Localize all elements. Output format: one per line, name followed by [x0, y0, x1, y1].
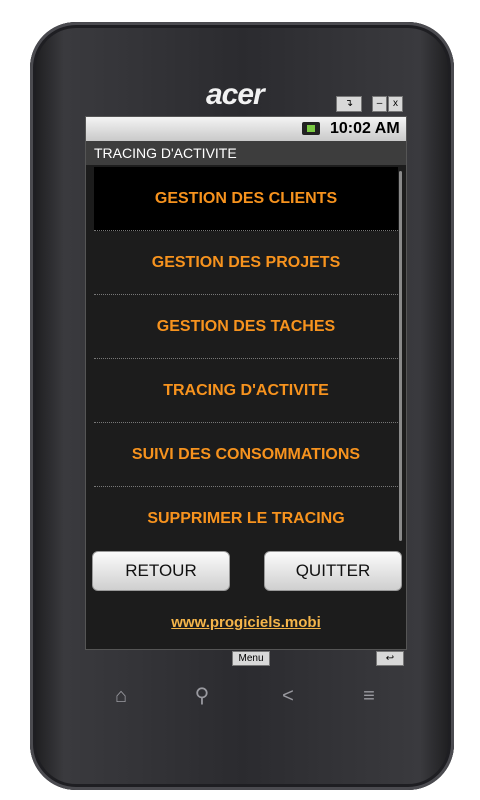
menu-key-label[interactable]: Menu: [232, 651, 270, 666]
quitter-button[interactable]: QUITTER: [264, 551, 402, 591]
minimize-button[interactable]: –: [372, 96, 387, 112]
menu-item-gestion-projets[interactable]: GESTION DES PROJETS: [94, 231, 398, 295]
status-time: 10:02 AM: [330, 120, 400, 137]
scrollbar[interactable]: [399, 171, 402, 541]
back-key-label[interactable]: ↩: [376, 651, 404, 666]
rotate-button[interactable]: ↴: [336, 96, 362, 112]
menu-item-supprimer-tracing[interactable]: SUPPRIMER LE TRACING: [94, 487, 398, 551]
close-button[interactable]: x: [388, 96, 403, 112]
battery-icon: [302, 122, 320, 135]
back-icon[interactable]: <: [274, 682, 302, 710]
menu-item-gestion-clients[interactable]: GESTION DES CLIENTS: [94, 167, 398, 231]
search-icon[interactable]: ⚲: [188, 682, 216, 710]
home-icon[interactable]: ⌂: [107, 682, 135, 710]
status-bar: 10:02 AM: [86, 117, 406, 141]
menu-item-tracing-activite[interactable]: TRACING D'ACTIVITE: [94, 359, 398, 423]
app-screen: 10:02 AM TRACING D'ACTIVITE GESTION DES …: [85, 116, 407, 650]
menu-list: GESTION DES CLIENTS GESTION DES PROJETS …: [94, 167, 398, 551]
brand-logo: acer: [206, 78, 265, 111]
menu-item-suivi-consommations[interactable]: SUIVI DES CONSOMMATIONS: [94, 423, 398, 487]
website-link[interactable]: www.progiciels.mobi: [86, 614, 406, 631]
app-title: TRACING D'ACTIVITE: [86, 141, 406, 165]
menu-icon[interactable]: ≡: [355, 682, 383, 710]
menu-item-gestion-taches[interactable]: GESTION DES TACHES: [94, 295, 398, 359]
retour-button[interactable]: RETOUR: [92, 551, 230, 591]
